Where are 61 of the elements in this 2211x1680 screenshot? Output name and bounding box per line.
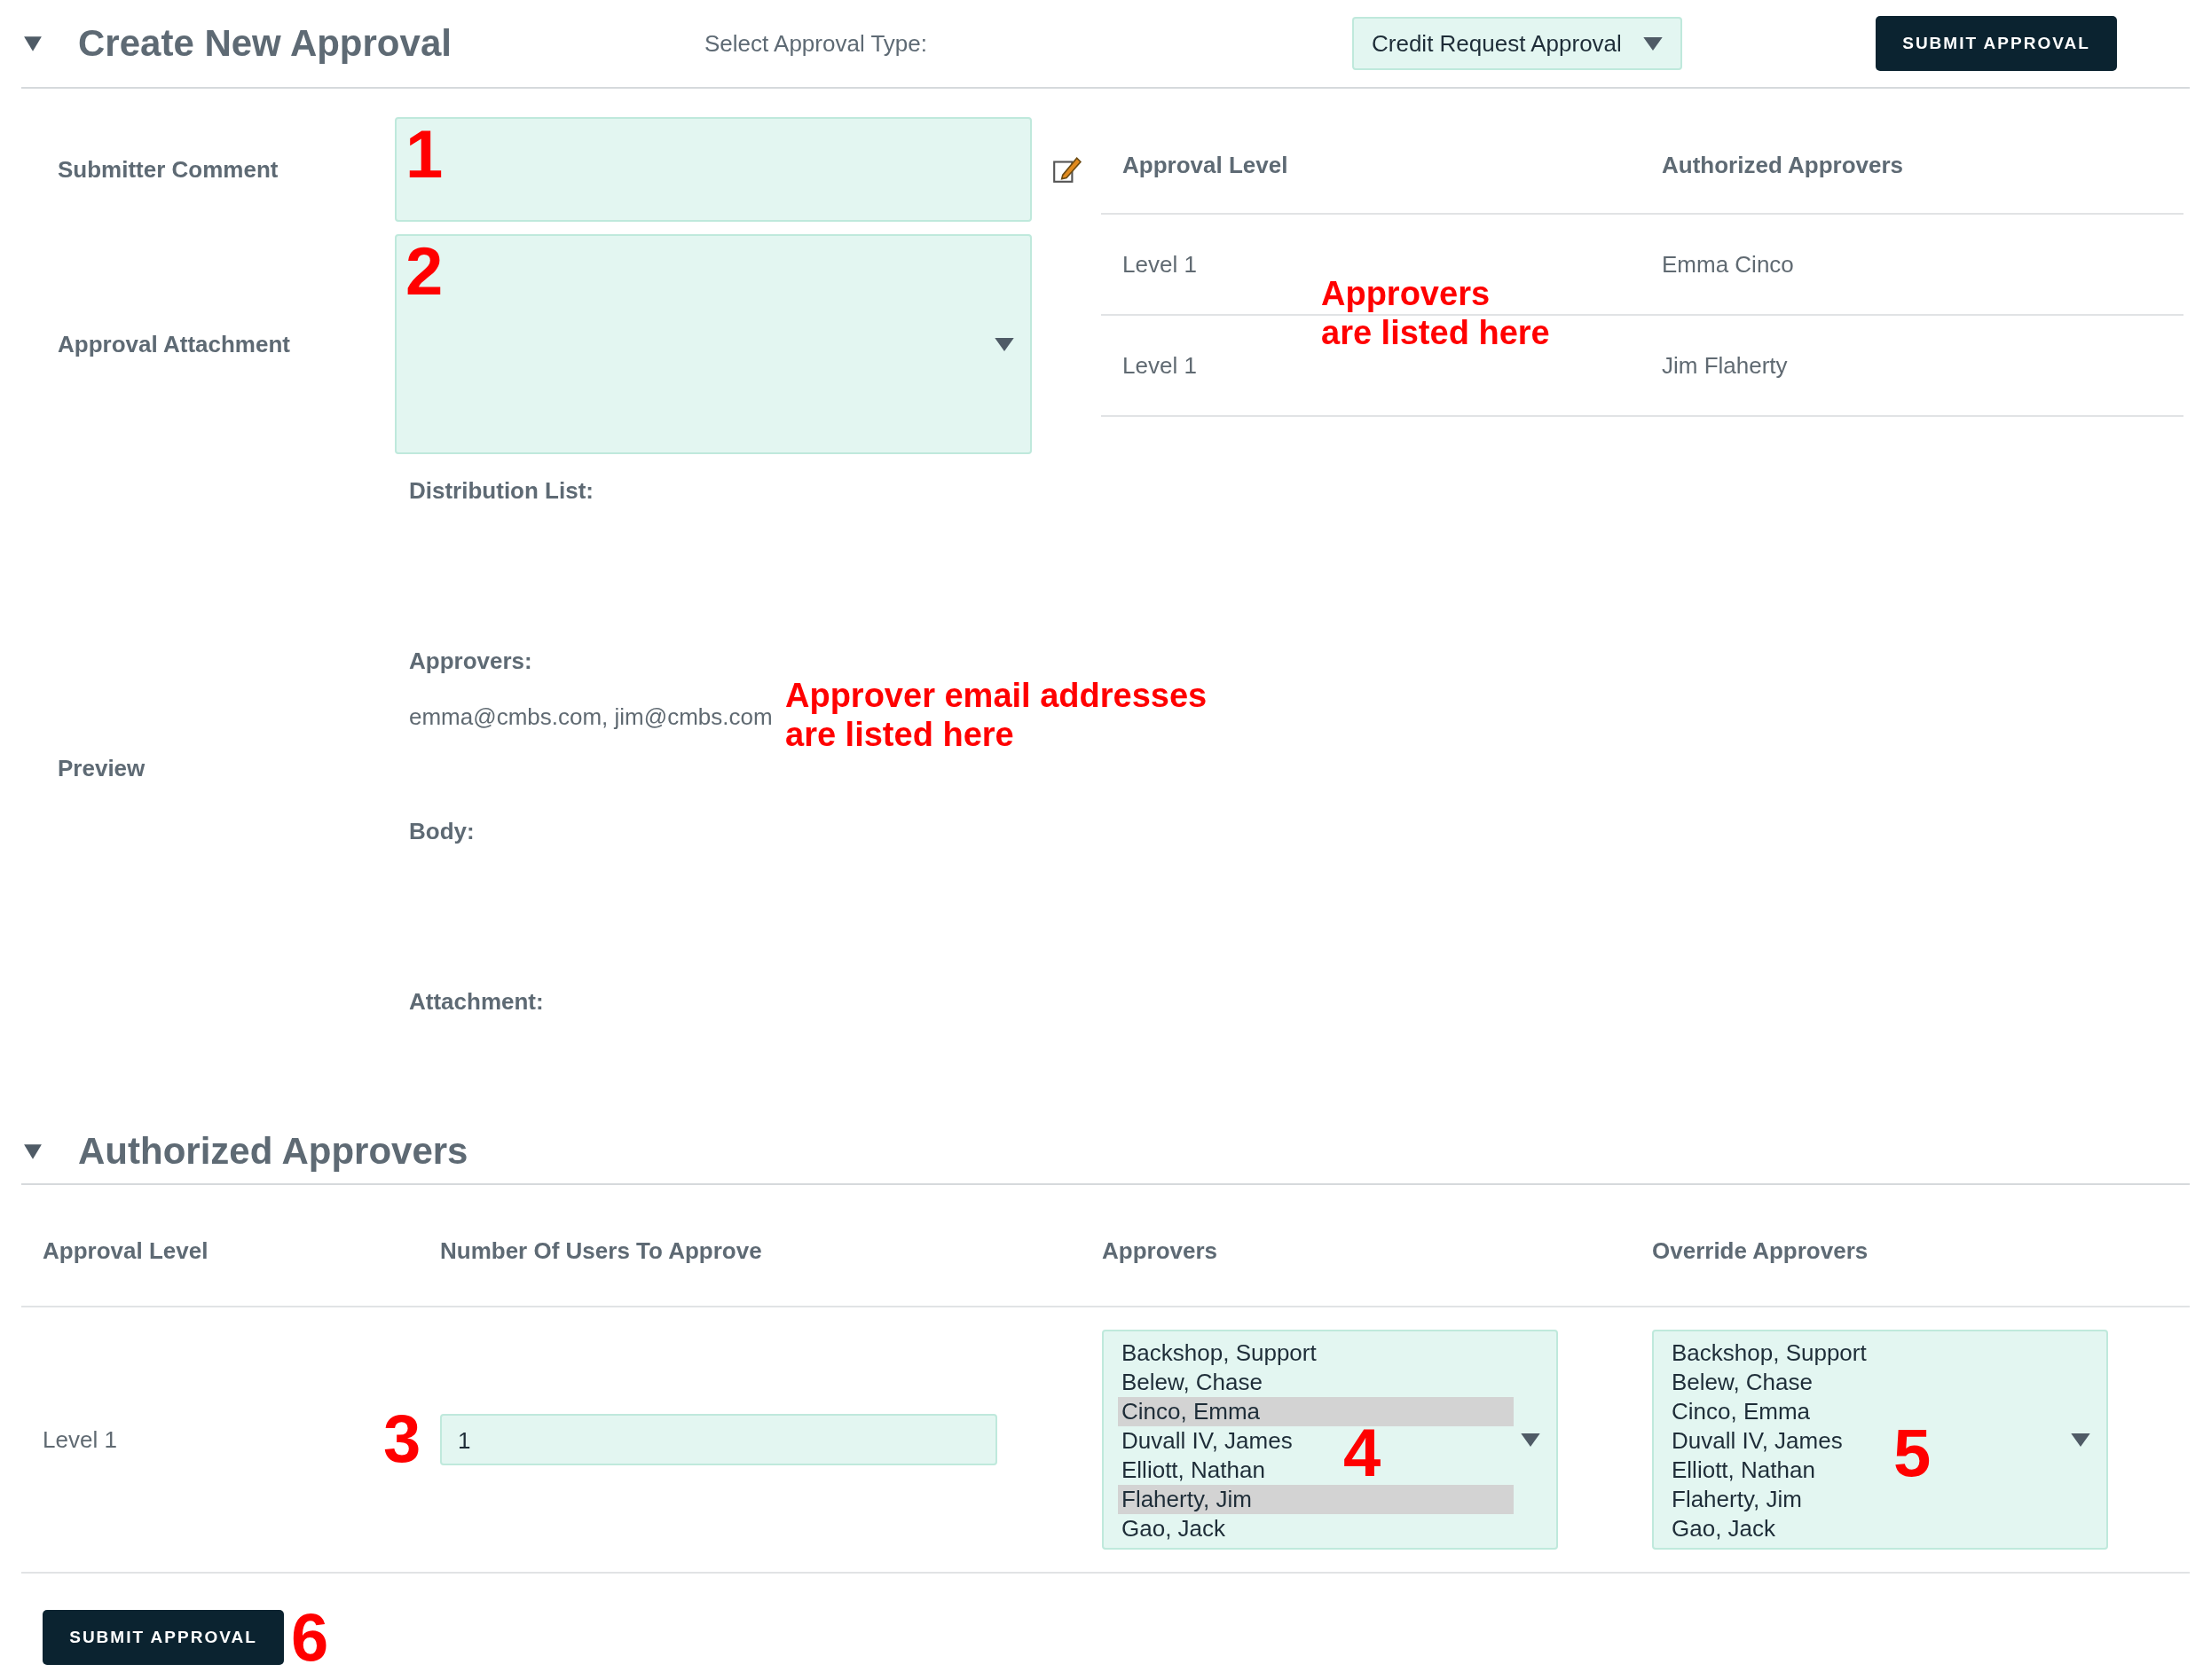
caret-icon	[995, 337, 1014, 351]
field-label: Preview	[57, 754, 146, 782]
annotation-number: 3	[383, 1405, 421, 1472]
collapse-icon[interactable]	[23, 1142, 43, 1161]
attachment-dropdown[interactable]: 2	[395, 234, 1032, 454]
annotation-number: 6	[291, 1604, 329, 1671]
column-header: Override Approvers	[1652, 1237, 1869, 1265]
field-label: Select Approval Type:	[704, 29, 928, 58]
annotation-number: 5	[1893, 1424, 1932, 1482]
field-label: Approval Attachment	[57, 330, 291, 358]
field-label: Submitter Comment	[57, 155, 279, 184]
list-option[interactable]: Cinco, Emma	[1118, 1397, 1514, 1426]
annotation-number: 2	[405, 238, 444, 305]
list-option[interactable]: Elliott, Nathan	[1668, 1456, 1815, 1485]
section-title: Create New Approval	[78, 22, 452, 65]
list-option[interactable]: Gao, Jack	[1668, 1514, 1776, 1543]
column-header: Number Of Users To Approve	[440, 1237, 763, 1265]
number-field[interactable]: 1	[440, 1414, 997, 1465]
table-cell: Emma Cinco	[1662, 250, 1794, 279]
list-option[interactable]: Belew, Chase	[1118, 1368, 1263, 1397]
comment-field[interactable]: 1	[395, 117, 1032, 222]
field-label: Body:	[409, 818, 476, 845]
list-option[interactable]: Elliott, Nathan	[1118, 1456, 1265, 1485]
list-option[interactable]: Backshop, Support	[1118, 1339, 1317, 1368]
list-option[interactable]: Duvall IV, James	[1668, 1426, 1843, 1456]
list-option[interactable]: Backshop, Support	[1668, 1339, 1867, 1368]
annotation-number: 4	[1343, 1424, 1381, 1482]
collapse-icon[interactable]	[23, 34, 43, 53]
list-option[interactable]: Gao, Jack	[1118, 1514, 1226, 1543]
list-option[interactable]: Flaherty, Jim	[1118, 1485, 1514, 1514]
table-cell: Level 1	[1122, 351, 1197, 380]
column-header: Approval Level	[43, 1237, 209, 1265]
caret-icon	[1643, 36, 1663, 51]
section-title: Authorized Approvers	[78, 1130, 468, 1173]
field-label: Distribution List:	[409, 477, 594, 505]
column-header: Approvers	[1102, 1237, 1219, 1265]
list-option[interactable]: Cinco, Emma	[1668, 1397, 1811, 1426]
list-option[interactable]: Duvall IV, James	[1118, 1426, 1293, 1456]
column-header: Authorized Approvers	[1662, 151, 1905, 179]
approval-type-dropdown[interactable]: Credit Request Approval	[1352, 17, 1682, 70]
table-cell: Jim Flaherty	[1662, 351, 1788, 380]
caret-icon	[1521, 1433, 1540, 1447]
annotation-text: Approver email addresses	[785, 677, 1208, 716]
annotation-text: are listed here	[1321, 313, 1550, 353]
table-cell: Level 1	[43, 1425, 117, 1454]
annotation-number: 1	[405, 121, 444, 188]
edit-icon[interactable]	[1050, 154, 1082, 184]
column-header: Approval Level	[1122, 151, 1289, 179]
submit-button[interactable]: SUBMIT APPROVAL	[43, 1610, 284, 1665]
list-option[interactable]: Belew, Chase	[1668, 1368, 1813, 1397]
annotation-text: are listed here	[785, 715, 1015, 755]
annotation-text: Approvers	[1321, 275, 1491, 314]
approver-listbox[interactable]: Backshop, Support Belew, Chase Cinco, Emma Duvall IV, James Elliott, Nathan Flaherty, Jim Gao, Jack 5	[1652, 1330, 2108, 1550]
submit-button[interactable]: SUBMIT APPROVAL	[1876, 16, 2117, 71]
email-list: emma@cmbs.com, jim@cmbs.com	[409, 703, 773, 730]
field-label: Approvers:	[409, 648, 533, 675]
field-label: Attachment:	[409, 988, 545, 1016]
table-cell: Level 1	[1122, 250, 1197, 279]
approver-listbox[interactable]: Backshop, Support Belew, Chase Cinco, Emma Duvall IV, James Elliott, Nathan Flaherty, Jim Gao, Jack 4	[1102, 1330, 1558, 1550]
caret-icon	[2071, 1433, 2090, 1447]
list-option[interactable]: Flaherty, Jim	[1668, 1485, 1802, 1514]
